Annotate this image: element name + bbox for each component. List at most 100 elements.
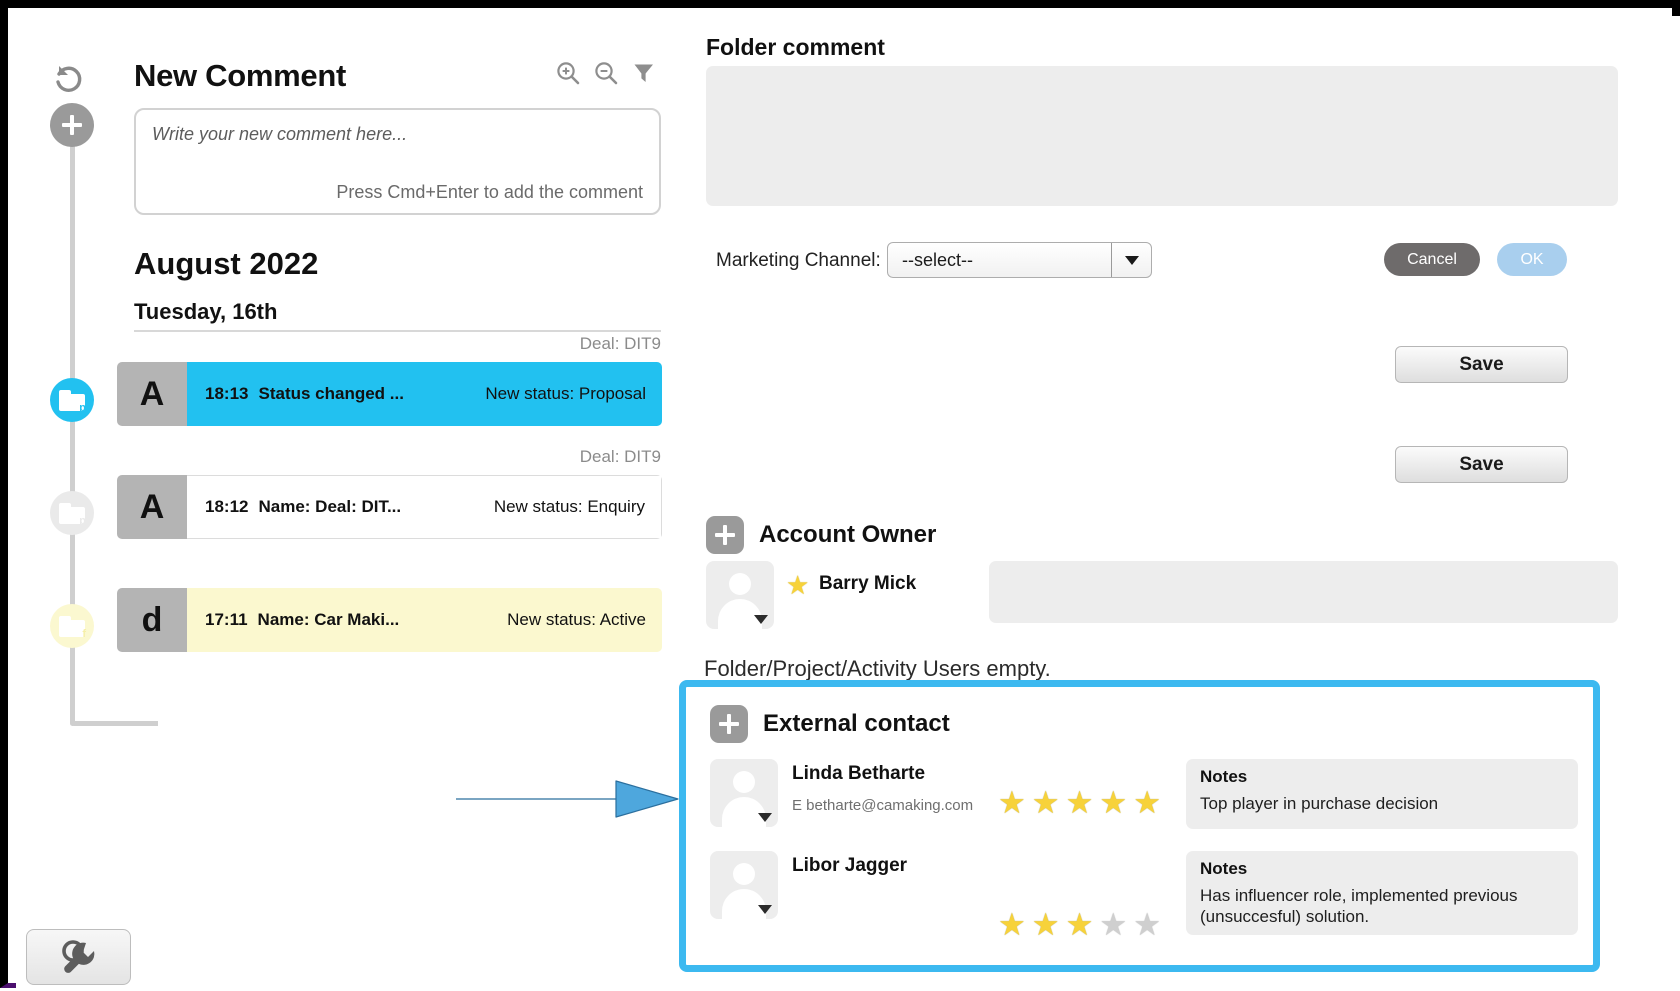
day-heading: Tuesday, 16th [134,299,278,324]
event-title: Name: Deal: DIT... [258,497,402,516]
event-body: 18:13 Status changed ... New status: Prop… [187,362,662,426]
event-body: 17:11 Name: Car Maki... New status: Activ… [187,588,662,652]
star-icon[interactable]: ★ [1099,909,1127,940]
comment-hint: Press Cmd+Enter to add the comment [336,182,643,202]
account-owner-name: Barry Mick [819,573,917,594]
zoom-in-icon[interactable] [555,60,581,91]
timeline-node-1[interactable]: p [50,378,94,422]
account-owner-note-field[interactable] [989,561,1618,623]
folder-badge: f [82,627,86,640]
contact-email: E betharte@camaking.com [792,797,974,814]
notes-title: Notes [1200,859,1248,878]
timeline-node-2[interactable]: p [50,491,94,535]
month-heading: August 2022 [134,246,319,281]
save-button-secondary[interactable]: Save [1395,446,1568,483]
marketing-channel-label: Marketing Channel: [716,250,881,271]
event-status: New status: Proposal [485,384,646,403]
avatar[interactable] [710,759,778,827]
add-account-owner-button[interactable] [706,516,744,554]
event-time: 17:11 [205,610,248,629]
contact-notes[interactable]: Notes Has influencer role, implemented p… [1186,851,1578,935]
contact-rating[interactable]: ★ ★ ★ ★ ★ [998,787,1161,818]
zoom-out-icon[interactable] [593,60,619,91]
add-external-contact-button[interactable] [710,705,748,743]
cancel-button[interactable]: Cancel [1384,243,1480,276]
star-icon[interactable]: ★ [1066,909,1094,940]
add-entry-button[interactable] [50,103,94,147]
callout-arrow [455,776,686,822]
star-icon[interactable]: ★ [1099,787,1127,818]
ok-button[interactable]: OK [1497,243,1567,276]
timeline-event-row[interactable]: A 18:12 Name: Deal: DIT... New status: En… [117,475,662,539]
settings-tool-button[interactable] [26,929,131,985]
timeline-event-row[interactable]: d 17:11 Name: Car Maki... New status: Act… [117,588,662,652]
event-body: 18:12 Name: Deal: DIT... New status: Enqu… [187,475,662,539]
filter-icon[interactable] [631,60,657,91]
star-icon[interactable]: ★ [998,909,1026,940]
event-status: New status: Active [507,610,646,629]
avatar[interactable] [710,851,778,919]
event-time: 18:12 [205,497,249,516]
star-icon: ★ [786,570,810,600]
viewport: p p f New Comment Write your new comment… [16,16,1680,991]
application-window: p p f New Comment Write your new comment… [0,0,1680,991]
avatar[interactable] [706,561,774,629]
contact-notes[interactable]: Notes Top player in purchase decision [1186,759,1578,829]
event-time: 18:13 [205,384,249,403]
star-icon[interactable]: ★ [1133,787,1161,818]
event-avatar: d [117,588,187,652]
star-icon[interactable]: ★ [1032,909,1060,940]
contact-name: Libor Jagger [792,855,908,876]
contact-row: Linda Betharte E betharte@camaking.com ★… [710,759,1578,843]
star-icon[interactable]: ★ [1066,787,1094,818]
external-contact-header: External contact [710,705,950,743]
folder-badge: p [79,514,86,527]
deal-label: Deal: DIT9 [579,447,661,466]
folder-icon: f [59,615,86,640]
event-left: 18:12 Name: Deal: DIT... [205,497,401,517]
notes-text: Has influencer role, implemented previou… [1200,886,1518,926]
event-title: Status changed ... [258,384,404,403]
marketing-channel-value: --select-- [902,249,973,270]
contact-rating[interactable]: ★ ★ ★ ★ ★ [998,909,1161,940]
notes-text: Top player in purchase decision [1200,794,1439,813]
contact-row: Libor Jagger ★ ★ ★ ★ ★ Notes Has influen… [710,851,1578,940]
timeline-event-row[interactable]: A 18:13 Status changed ... New status: Pr… [117,362,662,426]
section-title: Account Owner [759,521,937,548]
empty-users-message: Folder/Project/Activity Users empty. [704,656,1051,681]
event-status: New status: Enquiry [493,497,645,516]
comment-header-icons [555,60,657,91]
folder-comment-textarea[interactable] [706,66,1618,206]
section-title: External contact [763,710,950,737]
folder-badge: p [79,401,86,414]
contact-name: Linda Betharte [792,763,926,784]
event-avatar: A [117,475,187,539]
star-icon[interactable]: ★ [1032,787,1060,818]
undo-icon[interactable] [52,62,86,96]
deal-label: Deal: DIT9 [579,334,661,353]
timeline-node-3[interactable]: f [50,604,94,648]
account-owner-row: ★ Barry Mick [706,561,1618,629]
comment-placeholder: Write your new comment here... [152,124,408,144]
marketing-channel-select[interactable]: --select-- [887,242,1152,278]
star-icon[interactable]: ★ [1133,909,1161,940]
comment-column: New Comment Write your new comment here.… [117,16,679,991]
folder-icon: p [59,389,86,414]
comment-header: New Comment [134,56,679,96]
folder-icon: p [59,502,86,527]
wrench-icon [61,940,94,973]
chevron-down-icon[interactable] [754,615,768,624]
event-title: Name: Car Maki... [257,610,400,629]
save-button-primary[interactable]: Save [1395,346,1568,383]
event-left: 17:11 Name: Car Maki... [205,610,399,630]
account-owner-header: Account Owner [706,516,936,554]
star-icon[interactable]: ★ [998,787,1026,818]
chevron-down-icon[interactable] [758,905,772,914]
detail-panel: Folder comment Marketing Channel: --sele… [679,16,1680,991]
notes-title: Notes [1200,767,1248,786]
external-contact-card: External contact Linda Betharte E bethar… [679,680,1600,972]
new-comment-input[interactable]: Write your new comment here... Press Cmd… [134,108,661,215]
chevron-down-icon[interactable] [758,813,772,822]
folder-comment-title: Folder comment [706,34,885,60]
chevron-down-icon[interactable] [1111,243,1151,277]
